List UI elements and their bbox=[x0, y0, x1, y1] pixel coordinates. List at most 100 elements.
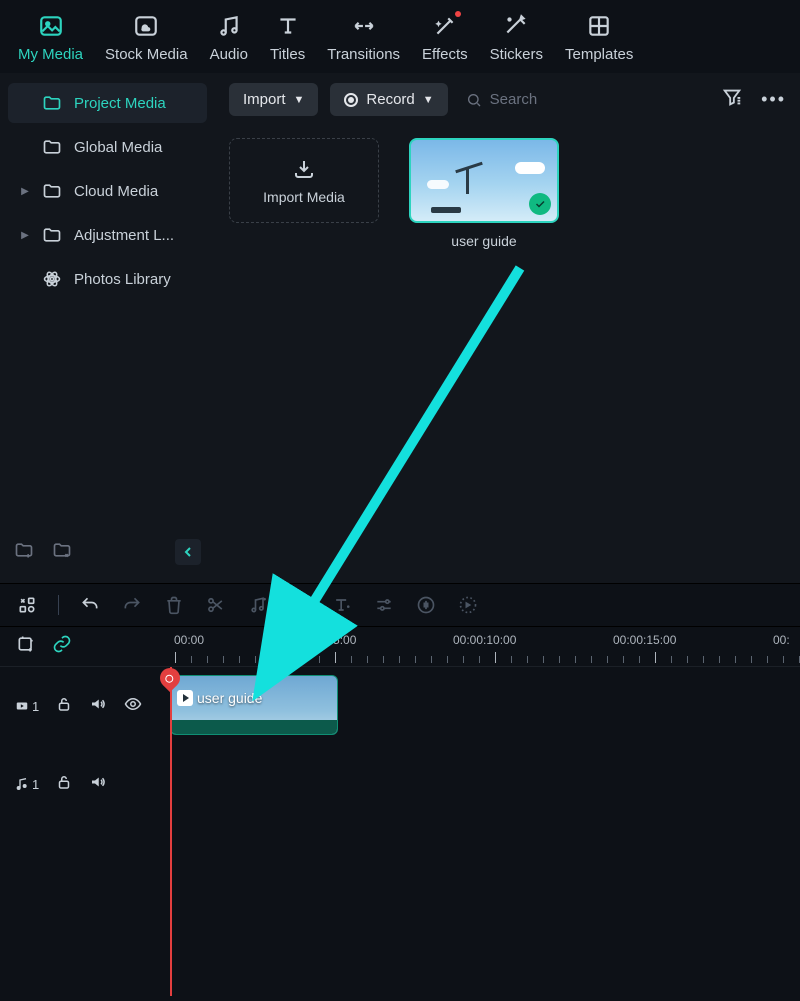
redo-icon[interactable] bbox=[121, 594, 143, 616]
chevron-down-icon: ▼ bbox=[423, 94, 434, 106]
mute-icon[interactable] bbox=[89, 695, 107, 718]
mute-icon[interactable] bbox=[89, 773, 107, 796]
ruler-ticks bbox=[170, 653, 800, 663]
tab-transitions[interactable]: Transitions bbox=[327, 12, 400, 63]
time-ruler[interactable]: 00:00 00:00:05:00 00:00:10:00 00:00:15:0… bbox=[170, 627, 800, 666]
import-media-tile[interactable]: Import Media bbox=[229, 138, 379, 223]
content-panel: Import ▼ Record ▼ Search ••• bbox=[215, 73, 800, 583]
tab-templates[interactable]: Templates bbox=[565, 12, 633, 63]
button-label: Record bbox=[366, 91, 414, 108]
tab-label: Titles bbox=[270, 46, 305, 63]
more-icon[interactable]: ••• bbox=[761, 89, 786, 110]
video-track-icon: 1 bbox=[14, 699, 39, 714]
sidebar-item-photos-library[interactable]: Photos Library bbox=[8, 259, 207, 299]
music-tool-icon[interactable] bbox=[247, 594, 269, 616]
time-mark: 00:00:05:00 bbox=[293, 633, 356, 647]
sidebar-bottom bbox=[8, 531, 207, 573]
remove-folder-icon[interactable] bbox=[52, 540, 72, 565]
lock-icon[interactable] bbox=[55, 773, 73, 796]
search-icon bbox=[466, 92, 482, 108]
new-folder-icon[interactable] bbox=[14, 540, 34, 565]
track-number: 1 bbox=[32, 777, 39, 792]
sidebar-item-label: Cloud Media bbox=[74, 183, 158, 200]
tab-label: Transitions bbox=[327, 46, 400, 63]
tab-stickers[interactable]: Stickers bbox=[490, 12, 543, 63]
chevron-right-icon: ▶ bbox=[20, 230, 30, 241]
tab-titles[interactable]: Titles bbox=[270, 12, 305, 63]
playhead[interactable] bbox=[170, 667, 172, 996]
tab-label: Stickers bbox=[490, 46, 543, 63]
time-mark: 00:00:15:00 bbox=[613, 633, 676, 647]
speed-icon[interactable] bbox=[457, 594, 479, 616]
tab-label: Templates bbox=[565, 46, 633, 63]
tag-icon[interactable] bbox=[289, 594, 311, 616]
import-button[interactable]: Import ▼ bbox=[229, 83, 318, 116]
tab-stock-media[interactable]: Stock Media bbox=[105, 12, 188, 63]
video-track[interactable]: user guide bbox=[170, 667, 800, 745]
media-thumbnail[interactable] bbox=[409, 138, 559, 223]
record-icon bbox=[344, 93, 358, 107]
audio-track[interactable] bbox=[170, 745, 800, 823]
cloud-icon bbox=[132, 12, 160, 40]
divider bbox=[58, 595, 59, 615]
audio-fx-icon[interactable] bbox=[415, 594, 437, 616]
track-number: 1 bbox=[32, 699, 39, 714]
text-tool-icon[interactable] bbox=[331, 594, 353, 616]
stickers-icon bbox=[502, 12, 530, 40]
tab-effects[interactable]: Effects bbox=[422, 12, 468, 63]
undo-icon[interactable] bbox=[79, 594, 101, 616]
content-toolbar: Import ▼ Record ▼ Search ••• bbox=[229, 83, 786, 116]
audio-track-icon: 1 bbox=[14, 776, 39, 792]
folder-icon bbox=[42, 137, 62, 157]
sidebar-item-label: Photos Library bbox=[74, 271, 171, 288]
search-input[interactable]: Search bbox=[460, 85, 640, 114]
folder-icon bbox=[42, 181, 62, 201]
media-grid: Import Media user guide bbox=[229, 138, 786, 249]
import-tile-label: Import Media bbox=[263, 189, 345, 205]
tab-label: Effects bbox=[422, 46, 468, 63]
transitions-icon bbox=[350, 12, 378, 40]
chevron-right-icon: ▶ bbox=[20, 186, 30, 197]
top-tabs: My Media Stock Media Audio Titles Transi… bbox=[0, 0, 800, 73]
adjust-icon[interactable] bbox=[373, 594, 395, 616]
timeline-toolbar bbox=[0, 583, 800, 626]
link-icon[interactable] bbox=[52, 634, 72, 659]
lock-icon[interactable] bbox=[55, 695, 73, 718]
visibility-icon[interactable] bbox=[123, 695, 143, 718]
tab-my-media[interactable]: My Media bbox=[18, 12, 83, 63]
time-mark: 00:00 bbox=[174, 633, 204, 647]
time-mark: 00: bbox=[773, 633, 790, 647]
video-clip[interactable]: user guide bbox=[170, 675, 338, 735]
clip-label: user guide bbox=[197, 690, 262, 706]
tab-label: Audio bbox=[210, 46, 248, 63]
timeline-header: 00:00 00:00:05:00 00:00:10:00 00:00:15:0… bbox=[0, 627, 800, 667]
atom-icon bbox=[42, 269, 62, 289]
add-track-icon[interactable] bbox=[16, 634, 36, 659]
sidebar-item-cloud-media[interactable]: ▶ Cloud Media bbox=[8, 171, 207, 211]
track-content[interactable]: user guide bbox=[170, 667, 800, 823]
sidebar-item-project-media[interactable]: Project Media bbox=[8, 83, 207, 123]
main-area: Project Media Global Media ▶ Cloud Media… bbox=[0, 73, 800, 583]
tab-label: My Media bbox=[18, 46, 83, 63]
split-icon[interactable] bbox=[205, 594, 227, 616]
media-label: user guide bbox=[451, 233, 516, 249]
button-label: Import bbox=[243, 91, 286, 108]
play-icon bbox=[177, 690, 193, 706]
tab-audio[interactable]: Audio bbox=[210, 12, 248, 63]
filter-icon[interactable] bbox=[721, 86, 743, 113]
sidebar-item-label: Project Media bbox=[74, 95, 166, 112]
media-tile: user guide bbox=[409, 138, 559, 249]
sidebar-item-global-media[interactable]: Global Media bbox=[8, 127, 207, 167]
sidebar-item-adjustment-layers[interactable]: ▶ Adjustment L... bbox=[8, 215, 207, 255]
delete-icon[interactable] bbox=[163, 594, 185, 616]
sidebar: Project Media Global Media ▶ Cloud Media… bbox=[0, 73, 215, 583]
download-icon bbox=[292, 157, 316, 181]
timeline-controls bbox=[0, 627, 170, 666]
grid-icon[interactable] bbox=[16, 594, 38, 616]
chevron-down-icon: ▼ bbox=[294, 94, 305, 106]
image-icon bbox=[37, 12, 65, 40]
collapse-sidebar-button[interactable] bbox=[175, 539, 201, 565]
text-icon bbox=[274, 12, 302, 40]
wand-icon bbox=[431, 12, 459, 40]
record-button[interactable]: Record ▼ bbox=[330, 83, 447, 116]
